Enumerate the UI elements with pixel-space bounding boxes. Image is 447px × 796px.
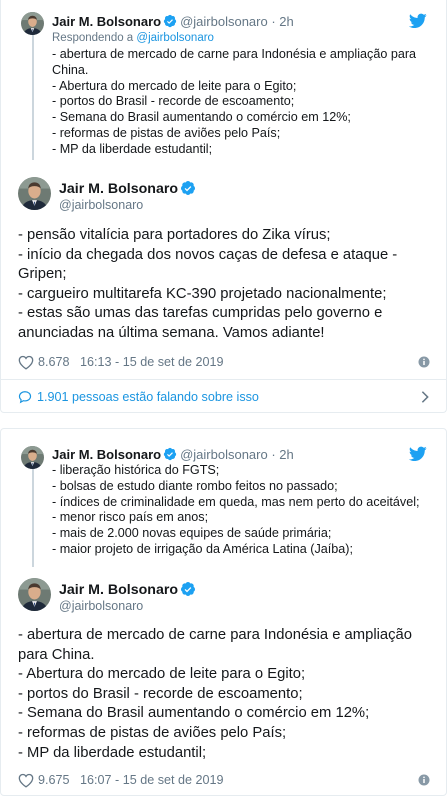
verified-badge-icon	[180, 180, 196, 196]
author-name[interactable]: Jair M. Bolsonaro	[52, 447, 161, 462]
quoted-tweet-text: - liberação histórica do FGTS; - bolsas …	[52, 463, 427, 558]
text-line: para China.	[18, 646, 95, 663]
avatar[interactable]	[21, 446, 44, 469]
author-handle[interactable]: @jairbolsonaro	[180, 14, 268, 29]
text-line: - portos do Brasil - recorde de escoamen…	[52, 94, 295, 109]
speech-bubble-icon	[18, 390, 32, 404]
text-line: - abertura de mercado de carne para Indo…	[18, 627, 413, 643]
timestamp[interactable]: 16:13 - 15 de set de 2019	[80, 355, 224, 369]
text-line: - índices de criminalidade em queda, mas…	[52, 494, 420, 509]
conversation-link[interactable]: 1.901 pessoas estão falando sobre isso	[18, 387, 432, 409]
text-line: Gripen;	[18, 266, 67, 283]
author-name-row: Jair M. Bolsonaro	[59, 180, 199, 197]
text-line: - Semana do Brasil aumentando o comércio…	[52, 110, 351, 125]
avatar[interactable]	[18, 177, 51, 210]
divider	[1, 379, 446, 380]
relative-time[interactable]: 2h	[279, 14, 293, 29]
like-count[interactable]: 9.675	[38, 773, 70, 787]
avatar[interactable]	[21, 12, 44, 35]
quoted-header: Jair M. Bolsonaro @jairbolsonaro · 2h	[52, 14, 294, 29]
replying-to: Respondendo a @jairbolsonaro	[52, 32, 214, 44]
text-line: - portos do Brasil - recorde de escoamen…	[18, 685, 303, 702]
heart-icon[interactable]	[18, 355, 34, 370]
text-line: - MP da liberdade estudantil;	[52, 141, 213, 156]
text-line: - MP da liberdade estudantil;	[18, 744, 207, 761]
text-line: - mais de 2.000 novas equipes de saúde p…	[52, 526, 332, 541]
text-line: - abertura de mercado de carne para Indo…	[52, 47, 417, 77]
chevron-right-icon[interactable]	[420, 390, 430, 404]
text-line: - menor risco país em anos;	[52, 510, 209, 525]
tweet-text: - pensão vitalícia para portadores do Zi…	[18, 226, 432, 344]
text-line: - maior projeto de irrigação da América …	[52, 541, 353, 556]
info-icon[interactable]	[418, 774, 430, 786]
twitter-bird-icon[interactable]	[409, 13, 427, 29]
text-line: - cargueiro multitarefa KC-390 projetado…	[18, 285, 387, 302]
text-line: - Abertura do mercado de leite para o Eg…	[52, 78, 297, 93]
author-name[interactable]: Jair M. Bolsonaro	[52, 14, 161, 29]
author-name[interactable]: Jair M. Bolsonaro	[59, 181, 178, 197]
thread-line	[32, 467, 34, 567]
text-line: anunciadas na última semana. Vamos adian…	[18, 324, 325, 341]
replying-mention-link[interactable]: @jairbolsonaro	[136, 32, 214, 44]
verified-badge-icon	[163, 447, 177, 461]
relative-time[interactable]: 2h	[279, 447, 293, 462]
author-name[interactable]: Jair M. Bolsonaro	[59, 582, 178, 598]
verified-badge-icon	[163, 14, 177, 28]
tweet-text: - abertura de mercado de carne para Indo…	[18, 626, 432, 763]
text-line: - pensão vitalícia para portadores do Zi…	[18, 227, 331, 243]
avatar[interactable]	[18, 578, 51, 611]
text-line: - Semana do Brasil aumentando o comércio…	[18, 705, 370, 722]
text-line: - estas são umas das tarefas cumpridas p…	[18, 305, 383, 322]
text-line: - liberação histórica do FGTS;	[52, 463, 220, 477]
info-icon[interactable]	[418, 356, 430, 368]
author-name-row: Jair M. Bolsonaro	[59, 581, 199, 598]
tweet-meta: 8.678 16:13 - 15 de set de 2019	[18, 354, 432, 372]
twitter-bird-icon[interactable]	[409, 446, 427, 462]
like-count[interactable]: 8.678	[38, 355, 70, 369]
author-handle[interactable]: @jairbolsonaro	[180, 447, 268, 462]
tweet-card-1: Jair M. Bolsonaro @jairbolsonaro · 2h Res…	[0, 0, 447, 413]
quoted-tweet-2[interactable]: Jair M. Bolsonaro @jairbolsonaro · 2h - l…	[14, 429, 433, 569]
author-handle[interactable]: @jairbolsonaro	[59, 599, 143, 613]
quoted-tweet-1[interactable]: Jair M. Bolsonaro @jairbolsonaro · 2h Res…	[14, 0, 433, 164]
quoted-tweet-text: - abertura de mercado de carne para Indo…	[52, 47, 427, 158]
text-line: - início da chegada dos novos caças de d…	[18, 246, 398, 263]
timestamp[interactable]: 16:07 - 15 de set de 2019	[80, 773, 224, 787]
conversation-label[interactable]: 1.901 pessoas estão falando sobre isso	[37, 390, 259, 404]
verified-badge-icon	[180, 581, 196, 597]
heart-icon[interactable]	[18, 773, 34, 788]
text-line: - reformas de pistas de aviões pelo País…	[52, 125, 281, 140]
text-line: - bolsas de estudo diante rombo feitos n…	[52, 478, 338, 493]
thread-line	[32, 30, 34, 160]
text-line: - reformas de pistas de aviões pelo País…	[18, 724, 287, 741]
tweet-card-2: Jair M. Bolsonaro @jairbolsonaro · 2h - l…	[0, 428, 447, 796]
author-handle[interactable]: @jairbolsonaro	[59, 198, 143, 212]
quoted-header: Jair M. Bolsonaro @jairbolsonaro · 2h	[52, 447, 294, 462]
text-line: - Abertura do mercado de leite para o Eg…	[18, 666, 306, 683]
tweet-meta: 9.675 16:07 - 15 de set de 2019	[18, 772, 432, 790]
replying-label: Respondendo a	[52, 32, 134, 44]
